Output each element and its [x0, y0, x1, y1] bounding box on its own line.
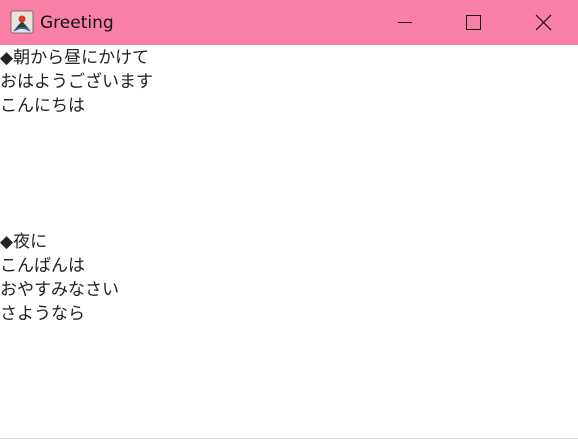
minimize-icon [398, 22, 412, 23]
minimize-button[interactable] [381, 0, 427, 45]
night-greeting-line: おやすみなさい [0, 280, 119, 300]
night-greeting-line: こんばんは [0, 256, 85, 276]
maximize-button[interactable] [450, 0, 496, 45]
window-title: Greeting [40, 13, 114, 33]
app-window: Greeting ◆朝から昼にかけて おはようございます こんにちは ◆夜に こ… [0, 0, 578, 439]
close-icon [535, 14, 552, 31]
morning-greeting-line: おはようございます [0, 72, 153, 92]
text-area[interactable]: ◆朝から昼にかけて おはようございます こんにちは ◆夜に こんばんは おやすみ… [0, 45, 578, 438]
java-app-icon[interactable] [10, 10, 34, 34]
morning-heading: ◆朝から昼にかけて [0, 48, 150, 68]
night-heading: ◆夜に [0, 232, 48, 252]
close-button[interactable] [520, 0, 566, 45]
maximize-icon [466, 15, 481, 30]
night-greeting-line: さようなら [0, 304, 85, 324]
title-bar[interactable]: Greeting [0, 0, 578, 45]
morning-greeting-line: こんにちは [0, 96, 85, 116]
